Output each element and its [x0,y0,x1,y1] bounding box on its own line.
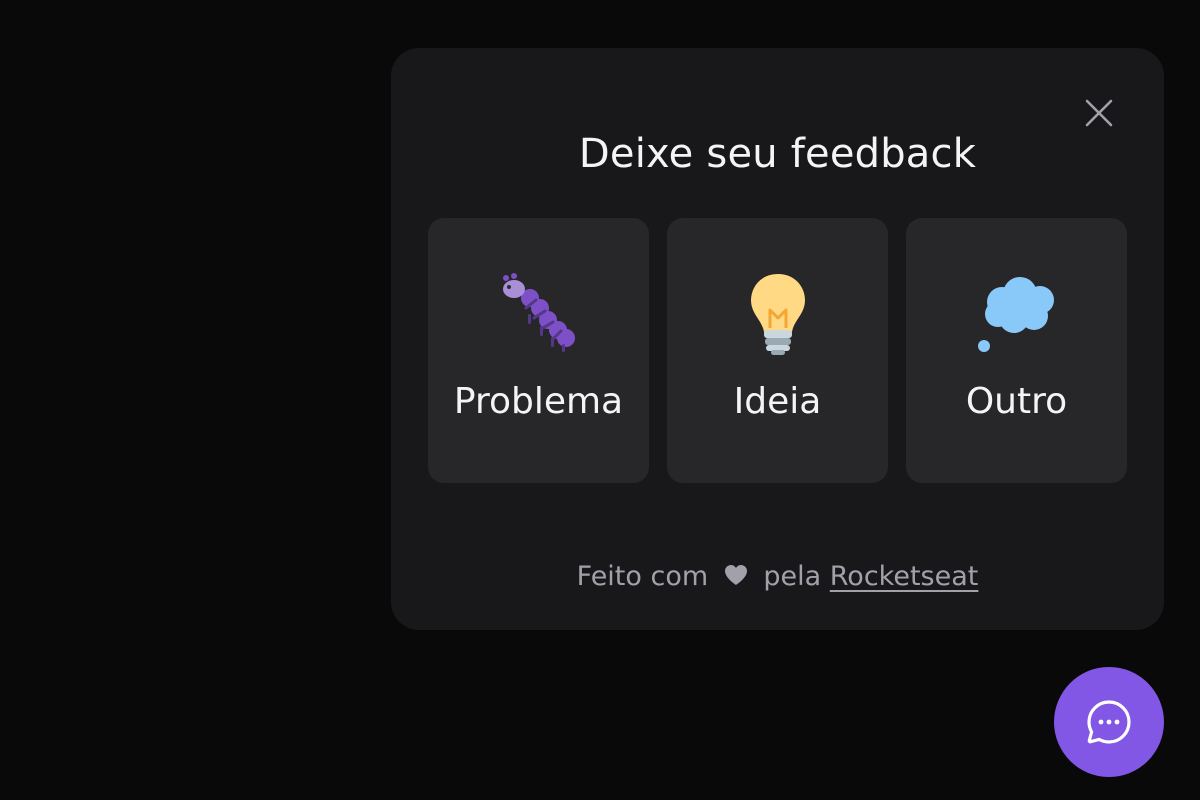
close-button[interactable] [1081,95,1117,131]
option-label: Outro [965,381,1068,422]
option-outro[interactable]: Outro [906,218,1127,483]
close-icon [1085,99,1113,127]
feedback-type-options: Problema Ideia Outro [428,218,1127,483]
option-label: Problema [453,381,624,422]
chat-bubble-icon [1087,700,1131,744]
footer-prefix: Feito com [576,561,709,592]
feedback-widget-button[interactable] [1054,667,1164,777]
footer: Feito com pela Rocketseat [391,561,1164,595]
footer-middle: pela [763,561,822,592]
heart-icon [723,563,749,595]
option-problema[interactable]: Problema [428,218,649,483]
feedback-popup: Deixe seu feedback Problema Ideia Outro … [391,48,1164,630]
popup-title: Deixe seu feedback [578,131,977,177]
rocketseat-link[interactable]: Rocketseat [830,561,979,592]
bug-icon [496,270,582,356]
thought-balloon-icon [974,270,1060,356]
option-ideia[interactable]: Ideia [667,218,888,483]
option-label: Ideia [733,381,822,422]
lightbulb-icon [735,270,821,356]
